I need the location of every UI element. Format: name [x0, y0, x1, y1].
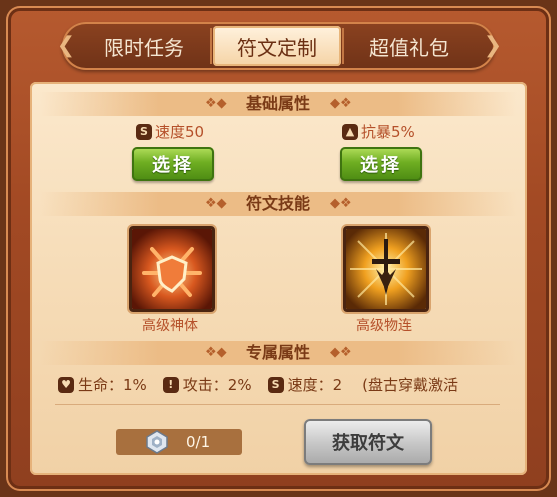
ornament-icon: ◆❖ — [330, 196, 352, 211]
rune-gem-icon — [144, 429, 170, 455]
section-header-basic: ❖◆ 基础属性 ◆❖ — [40, 92, 517, 116]
counter-value: 0/1 — [186, 433, 211, 451]
heart-icon: ♥ — [58, 376, 74, 393]
skill-name: 高级物连 — [356, 318, 412, 334]
rune-counter: 0/1 — [116, 429, 242, 455]
exclusive-attr-hp: 生命：1% — [78, 376, 147, 394]
attr-label: 抗暴5% — [361, 123, 415, 141]
divider — [55, 404, 500, 405]
tab-bar-left-ornament-icon: ❮ — [56, 33, 76, 58]
skill-name: 高级神体 — [142, 318, 198, 334]
divine-body-icon[interactable] — [129, 226, 215, 312]
section-header-skills: ❖◆ 符文技能 ◆❖ — [40, 192, 517, 216]
attack-icon: ! — [162, 376, 179, 393]
tab-divider — [342, 28, 344, 64]
ornament-icon: ◆❖ — [330, 96, 352, 111]
select-crit-resist-button[interactable]: 选择 — [340, 147, 422, 181]
get-rune-button[interactable]: 获取符文 — [304, 419, 432, 465]
tab-bar-right-ornament-icon: ❯ — [483, 33, 503, 58]
basic-attr-crit-resist: ▲ 抗暴5% — [342, 121, 415, 142]
tab-value-packs[interactable]: 超值礼包 — [345, 26, 473, 66]
tab-rune-custom[interactable]: 符文定制 — [213, 26, 341, 66]
select-speed-button[interactable]: 选择 — [132, 147, 214, 181]
tab-limited-tasks[interactable]: 限时任务 — [80, 26, 208, 66]
section-header-exclusive: ❖◆ 专属属性 ◆❖ — [40, 341, 517, 365]
activation-note: (盘古穿戴激活 — [362, 376, 458, 394]
exclusive-attr-row: ♥ 生命：1% ! 攻击：2% S 速度：2 (盘古穿戴激活 — [58, 374, 498, 395]
content-panel — [30, 82, 527, 475]
ornament-icon: ◆❖ — [330, 345, 352, 360]
basic-attr-speed: S 速度50 — [136, 121, 204, 142]
tab-divider — [210, 28, 212, 64]
exclusive-attr-attack: 攻击：2% — [182, 376, 252, 394]
speed-icon: S — [267, 376, 284, 393]
attr-label: 速度50 — [155, 123, 205, 141]
speed-icon: S — [136, 123, 152, 140]
exclusive-attr-speed: 速度：2 — [287, 376, 343, 394]
combo-strike-icon[interactable] — [343, 226, 429, 312]
crit-icon: ▲ — [342, 123, 358, 140]
